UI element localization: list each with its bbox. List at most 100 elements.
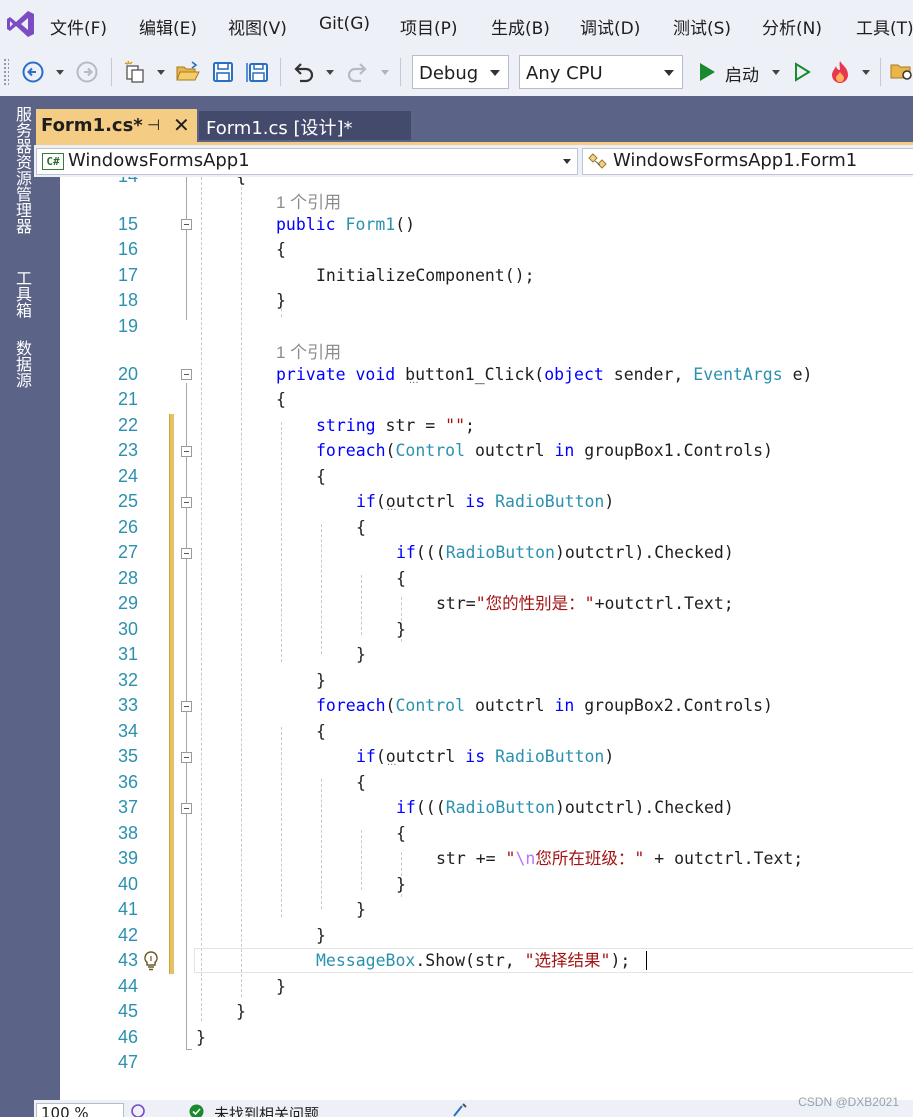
- issues-status[interactable]: 未找到相关问题: [214, 1103, 319, 1117]
- code-line: 39 str += "\n您所在班级：" + outctrl.Text;: [60, 846, 913, 871]
- line-number: 25: [117, 491, 138, 511]
- redo-icon: [347, 63, 367, 83]
- menu-build[interactable]: 生成(B): [491, 14, 550, 39]
- code-text: {: [236, 177, 246, 189]
- code-line: 35 if(outctrl is RadioButton): [60, 744, 913, 769]
- chevron-down-icon: [664, 70, 674, 76]
- line-number: 39: [117, 848, 138, 868]
- start-without-debugging-button[interactable]: [790, 58, 814, 86]
- code-text: }: [276, 977, 286, 996]
- hot-reload-dropdown-icon[interactable]: [862, 70, 870, 75]
- new-project-dropdown-icon[interactable]: [157, 70, 165, 75]
- navigate-forward-button[interactable]: [74, 58, 100, 86]
- line-number: 43: [117, 950, 138, 970]
- line-number: 47: [117, 1052, 138, 1072]
- line-number: 30: [117, 619, 138, 639]
- pin-icon[interactable]: ⊣: [147, 116, 160, 134]
- solution-platform-select[interactable]: Any CPU: [519, 55, 683, 89]
- code-line: 34 {: [60, 719, 913, 744]
- redo-dropdown-icon[interactable]: [381, 70, 389, 75]
- menu-debug[interactable]: 调试(D): [580, 14, 640, 39]
- line-number: 36: [117, 772, 138, 792]
- line-number: 35: [117, 746, 138, 766]
- new-project-icon: [124, 60, 144, 83]
- undo-button[interactable]: [288, 58, 318, 86]
- code-line: 40 }: [60, 872, 913, 897]
- code-text: }: [316, 671, 326, 690]
- solution-configuration-value: Debug: [419, 63, 479, 84]
- save-button[interactable]: [210, 58, 236, 86]
- undo-dropdown-icon[interactable]: [326, 70, 334, 75]
- code-cleanup-brush-icon[interactable]: [450, 1102, 472, 1117]
- redo-button[interactable]: [343, 58, 373, 86]
- line-number: 18: [117, 290, 138, 310]
- editor-status-bar: 100 % 未找到相关问题: [34, 1100, 913, 1117]
- server-explorer-tab[interactable]: 服务器资源管理器: [0, 106, 34, 234]
- line-number: 28: [117, 568, 138, 588]
- code-line: 36 {: [60, 770, 913, 795]
- save-all-icon: [246, 63, 268, 82]
- line-number: 41: [117, 899, 138, 919]
- code-line: 41 }: [60, 897, 913, 922]
- code-line: 17 InitializeComponent();: [60, 263, 913, 288]
- code-line: 23 foreach(Control outctrl in groupBox1.…: [60, 438, 913, 463]
- find-in-files-button[interactable]: [890, 58, 913, 86]
- codelens-references[interactable]: 1 个引用: [276, 338, 341, 363]
- code-line: 33 foreach(Control outctrl in groupBox2.…: [60, 693, 913, 718]
- line-number: 20: [117, 364, 138, 384]
- toolbar-separator: [111, 58, 112, 86]
- project-dropdown[interactable]: C# WindowsFormsApp1: [36, 148, 578, 175]
- solution-configuration-select[interactable]: Debug: [412, 55, 509, 89]
- code-line: 26 {: [60, 515, 913, 540]
- hot-reload-button[interactable]: [825, 58, 855, 86]
- code-line: 21 {: [60, 387, 913, 412]
- code-text: public Form1(): [276, 215, 416, 234]
- back-arrow-icon: [22, 61, 44, 83]
- code-text: private void button1_Click(object sender…: [276, 365, 813, 384]
- menu-edit[interactable]: 编辑(E): [139, 14, 197, 39]
- menu-project[interactable]: 项目(P): [400, 14, 458, 39]
- start-debugging-button[interactable]: [695, 58, 719, 86]
- menu-file[interactable]: 文件(F): [50, 14, 107, 39]
- open-file-button[interactable]: [174, 58, 202, 86]
- code-line: 30 }: [60, 617, 913, 642]
- tab-title: Form1.cs*: [41, 115, 143, 136]
- tab-title: Form1.cs [设计]*: [206, 118, 353, 139]
- menu-tools[interactable]: 工具(T): [856, 14, 913, 39]
- type-name: WindowsFormsApp1.Form1: [613, 150, 858, 171]
- menu-git[interactable]: Git(G): [319, 14, 370, 34]
- code-text: }: [356, 645, 366, 664]
- close-tab-icon[interactable]: ✕: [173, 113, 190, 137]
- code-text: {: [356, 518, 366, 537]
- line-number: 40: [117, 874, 138, 894]
- type-dropdown[interactable]: WindowsFormsApp1.Form1: [582, 148, 913, 175]
- code-line: 27 if(((RadioButton)outctrl).Checked): [60, 540, 913, 565]
- toolbar-grip[interactable]: [3, 58, 9, 86]
- code-line: 15 public Form1(): [60, 212, 913, 237]
- code-editor[interactable]: 14 { 1 个引用 15 public Form1() 16 { 17 Ini…: [60, 177, 913, 1100]
- copilot-icon[interactable]: [130, 1104, 146, 1117]
- navigate-back-button[interactable]: [20, 58, 46, 86]
- code-line: 44 }: [60, 974, 913, 999]
- tab-form1-cs[interactable]: Form1.cs* ⊣ ✕: [36, 109, 197, 142]
- start-dropdown-icon[interactable]: [772, 70, 780, 75]
- zoom-select[interactable]: 100 %: [36, 1103, 124, 1117]
- menu-analyze[interactable]: 分析(N): [762, 14, 822, 39]
- text-caret: [646, 951, 647, 970]
- toolbox-tab[interactable]: 工具箱: [0, 270, 34, 318]
- tab-form1-designer[interactable]: Form1.cs [设计]*: [199, 111, 411, 140]
- back-dropdown-icon[interactable]: [56, 70, 64, 75]
- code-text: {: [276, 390, 286, 409]
- codelens-references[interactable]: 1 个引用: [276, 188, 341, 213]
- save-all-button[interactable]: [243, 58, 271, 86]
- line-number: 44: [117, 976, 138, 996]
- new-project-button[interactable]: [121, 58, 151, 86]
- code-text: str="您的性别是："+outctrl.Text;: [436, 594, 734, 613]
- menu-view[interactable]: 视图(V): [228, 14, 287, 39]
- navigation-bar: C# WindowsFormsApp1 WindowsFormsApp1.For…: [34, 145, 913, 177]
- csharp-project-icon: C#: [42, 153, 64, 170]
- data-sources-tab[interactable]: 数据源: [0, 340, 34, 388]
- start-label[interactable]: 启动: [725, 61, 759, 86]
- menu-test[interactable]: 测试(S): [673, 14, 731, 39]
- code-text: }: [396, 875, 406, 894]
